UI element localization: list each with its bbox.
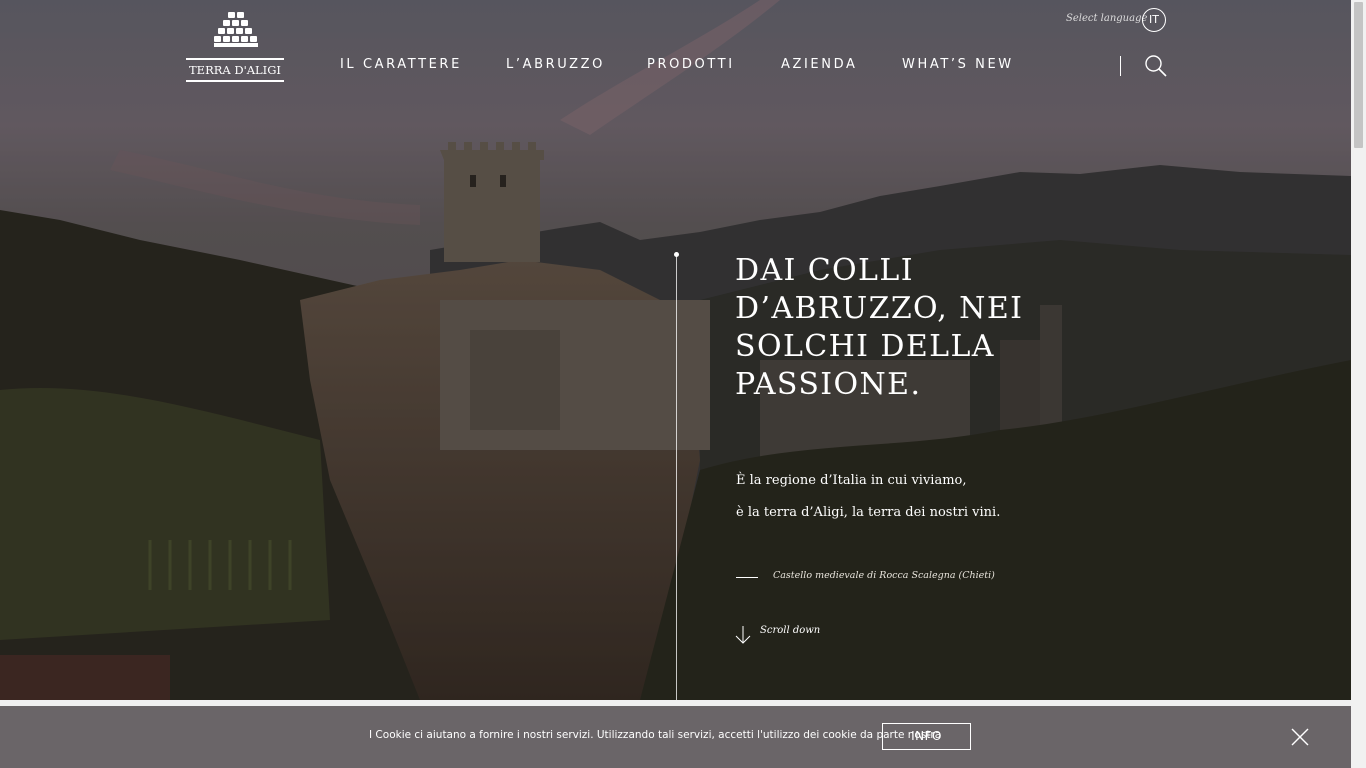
nav-azienda[interactable]: AZIENDA — [781, 57, 857, 72]
headline-line: SOLCHI DELLA — [735, 329, 995, 364]
photo-caption: Castello medievale di Rocca Scalegna (Ch… — [773, 570, 995, 581]
language-selector-button[interactable]: IT — [1142, 8, 1166, 32]
nav-il-carattere[interactable]: IL CARATTERE — [340, 57, 462, 72]
arrow-down-icon — [735, 626, 751, 644]
search-icon[interactable] — [1144, 54, 1168, 78]
logo-bricks-icon — [214, 12, 258, 47]
cookie-message: I Cookie ci aiutano a fornire i nostri s… — [369, 729, 942, 741]
logo-text: TERRA D'ALIGI — [186, 58, 284, 82]
scrollbar-thumb[interactable] — [1354, 2, 1363, 148]
caption-dash — [736, 577, 758, 578]
intro-line: è la terra d’Aligi, la terra dei nostri … — [736, 505, 1001, 520]
headline-line: PASSIONE. — [735, 367, 922, 402]
hero-headline: DAI COLLI D’ABRUZZO, NEI SOLCHI DELLA PA… — [735, 252, 1055, 404]
site-logo[interactable]: TERRA D'ALIGI — [186, 12, 286, 84]
close-icon[interactable] — [1290, 727, 1310, 747]
page-scrollbar[interactable] — [1351, 0, 1366, 768]
decorative-vertical-line — [676, 256, 677, 700]
language-label: Select language — [1066, 13, 1148, 24]
nav-divider — [1120, 56, 1121, 76]
nav-prodotti[interactable]: PRODOTTI — [647, 57, 735, 72]
intro-line: È la regione d’Italia in cui viviamo, — [736, 473, 967, 488]
headline-line: DAI COLLI — [735, 253, 914, 288]
decorative-line-dot — [674, 252, 679, 257]
scroll-down-label: Scroll down — [760, 625, 821, 636]
headline-line: D’ABRUZZO, NEI — [735, 291, 1024, 326]
nav-whats-new[interactable]: WHAT’S NEW — [902, 57, 1014, 72]
scroll-down-button[interactable]: Scroll down — [735, 624, 855, 646]
cookie-info-button[interactable]: INFO — [882, 723, 971, 750]
hero-intro: È la regione d’Italia in cui viviamo, è … — [736, 470, 1066, 534]
nav-abruzzo[interactable]: L’ABRUZZO — [506, 57, 605, 72]
cookie-banner: I Cookie ci aiutano a fornire i nostri s… — [0, 706, 1351, 768]
